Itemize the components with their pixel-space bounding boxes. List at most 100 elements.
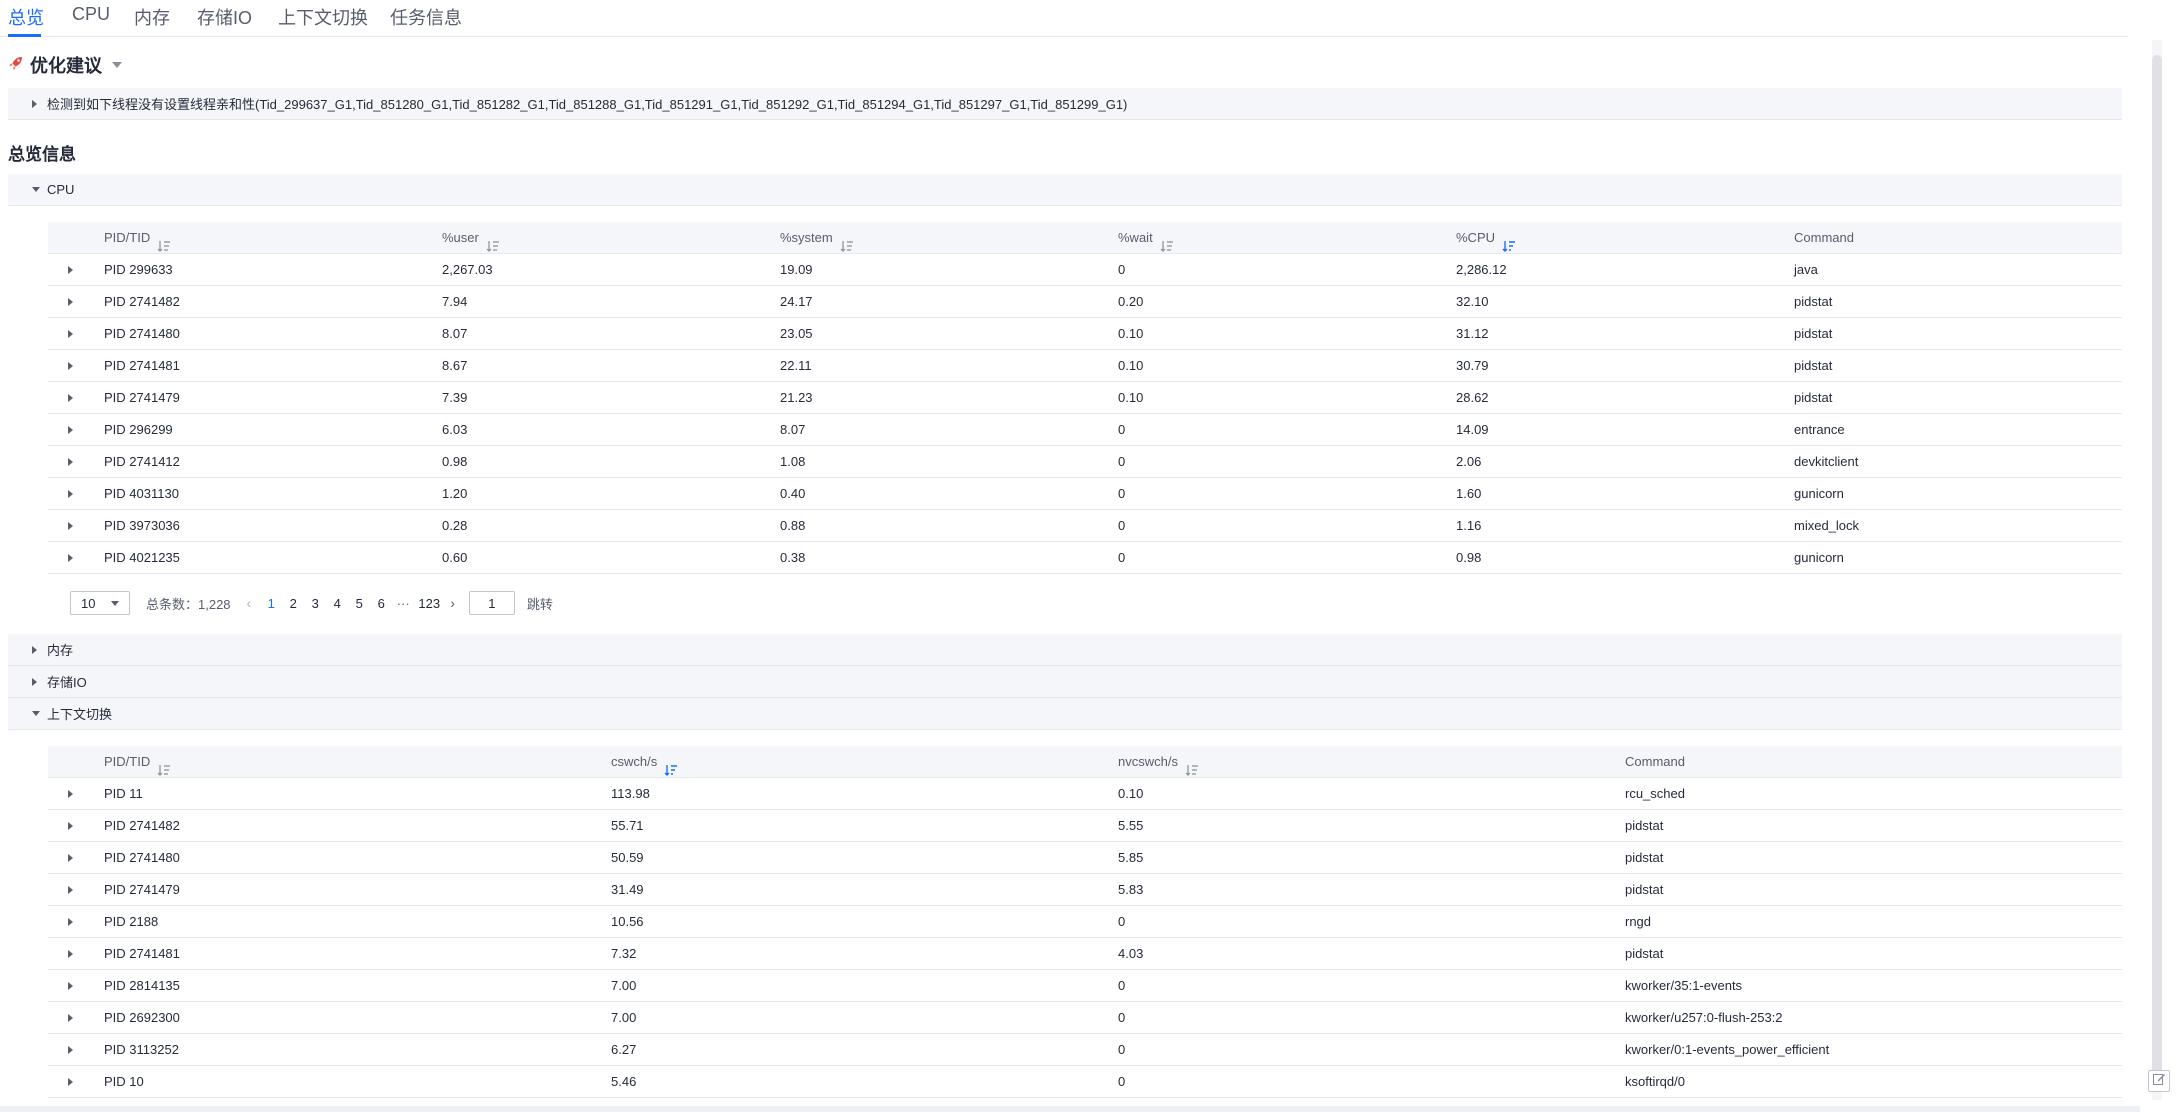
expand-arrow-icon[interactable] bbox=[68, 490, 73, 498]
table-row[interactable]: PID 11 113.98 0.10 rcu_sched bbox=[48, 778, 2122, 810]
table-row[interactable]: PID 2741412 0.98 1.08 0 2.06 devkitclient bbox=[48, 446, 2122, 478]
col-user[interactable]: %user bbox=[442, 222, 500, 254]
suggestion-row[interactable]: 检测到如下线程没有设置线程亲和性(Tid_299637_G1,Tid_85128… bbox=[8, 88, 2122, 120]
edit-feedback-button[interactable] bbox=[2148, 1070, 2170, 1092]
table-row[interactable]: PID 2188 10.56 0 rngd bbox=[48, 906, 2122, 938]
table-row[interactable]: PID 10 5.46 0 ksoftirqd/0 bbox=[48, 1066, 2122, 1098]
section-context-switch[interactable]: 上下文切换 bbox=[8, 698, 2122, 730]
expand-arrow-icon[interactable] bbox=[32, 99, 37, 108]
expand-arrow-icon[interactable] bbox=[68, 854, 73, 862]
table-row[interactable]: PID 2741480 50.59 5.85 pidstat bbox=[48, 842, 2122, 874]
table-row[interactable]: PID 2814135 7.00 0 kworker/35:1-events bbox=[48, 970, 2122, 1002]
expand-arrow-icon[interactable] bbox=[68, 790, 73, 798]
expand-arrow-icon[interactable] bbox=[68, 362, 73, 370]
table-row[interactable]: PID 2741481 8.67 22.11 0.10 30.79 pidstat bbox=[48, 350, 2122, 382]
table-row[interactable]: PID 299633 2,267.03 19.09 0 2,286.12 java bbox=[48, 254, 2122, 286]
table-row[interactable]: PID 2692300 7.00 0 kworker/u257:0-flush-253… bbox=[48, 1002, 2122, 1034]
expand-arrow-icon[interactable] bbox=[68, 886, 73, 894]
sort-active-icon[interactable] bbox=[664, 756, 678, 776]
next-page-button[interactable]: › bbox=[450, 595, 455, 611]
col-cpu[interactable]: %CPU bbox=[1456, 222, 1516, 254]
tab-cpu[interactable]: CPU bbox=[72, 4, 110, 25]
section-storage-io[interactable]: 存储IO bbox=[8, 666, 2122, 698]
tab-task-info[interactable]: 任务信息 bbox=[390, 4, 462, 30]
jump-page-input[interactable] bbox=[468, 591, 515, 615]
col-cswch[interactable]: cswch/s bbox=[611, 746, 678, 778]
expand-arrow-icon[interactable] bbox=[68, 1078, 73, 1086]
tab-overview[interactable]: 总览 bbox=[8, 4, 44, 30]
table-cell: 7.00 bbox=[611, 1010, 637, 1025]
table-row[interactable]: PID 2741482 55.71 5.55 pidstat bbox=[48, 810, 2122, 842]
table-cell: 0 bbox=[1118, 1042, 1126, 1057]
page-4[interactable]: 4 bbox=[326, 596, 348, 611]
table-row[interactable]: PID 296299 6.03 8.07 0 14.09 entrance bbox=[48, 414, 2122, 446]
table-row[interactable]: PID 2741482 7.94 24.17 0.20 32.10 pidstat bbox=[48, 286, 2122, 318]
expand-arrow-icon[interactable] bbox=[32, 677, 37, 686]
page-size-select[interactable]: 10 bbox=[70, 591, 130, 615]
page-1[interactable]: 1 bbox=[260, 596, 282, 611]
sort-icon[interactable] bbox=[157, 232, 171, 252]
col-system[interactable]: %system bbox=[780, 222, 854, 254]
chevron-down-icon[interactable] bbox=[112, 62, 122, 68]
table-row[interactable]: PID 2741481 7.32 4.03 pidstat bbox=[48, 938, 2122, 970]
expand-arrow-icon[interactable] bbox=[32, 645, 37, 654]
sort-icon[interactable] bbox=[486, 232, 500, 252]
sort-icon[interactable] bbox=[1185, 756, 1199, 776]
col-pid-tid[interactable]: PID/TID bbox=[104, 222, 171, 254]
table-row[interactable]: PID 2741479 7.39 21.23 0.10 28.62 pidstat bbox=[48, 382, 2122, 414]
sort-icon[interactable] bbox=[157, 756, 171, 776]
expand-arrow-icon[interactable] bbox=[68, 950, 73, 958]
section-memory[interactable]: 内存 bbox=[8, 634, 2122, 666]
collapse-arrow-icon[interactable] bbox=[32, 711, 40, 716]
col-wait[interactable]: %wait bbox=[1118, 222, 1174, 254]
page-3[interactable]: 3 bbox=[304, 596, 326, 611]
vertical-scrollbar-thumb[interactable] bbox=[2152, 55, 2162, 1090]
page-2[interactable]: 2 bbox=[282, 596, 304, 611]
expand-arrow-icon[interactable] bbox=[68, 822, 73, 830]
col-nvcswch[interactable]: nvcswch/s bbox=[1118, 746, 1199, 778]
table-row[interactable]: PID 4031130 1.20 0.40 0 1.60 gunicorn bbox=[48, 478, 2122, 510]
col-pid-tid[interactable]: PID/TID bbox=[104, 746, 171, 778]
jump-button[interactable]: 跳转 bbox=[527, 594, 553, 613]
expand-arrow-icon[interactable] bbox=[68, 266, 73, 274]
table-row[interactable]: PID 4021235 0.60 0.38 0 0.98 gunicorn bbox=[48, 542, 2122, 574]
sort-icon[interactable] bbox=[840, 232, 854, 252]
page-ellipsis[interactable]: ··· bbox=[392, 596, 414, 611]
expand-arrow-icon[interactable] bbox=[68, 1014, 73, 1022]
horizontal-scrollbar[interactable] bbox=[0, 1106, 2140, 1112]
prev-page-button[interactable]: ‹ bbox=[247, 595, 252, 611]
sort-icon[interactable] bbox=[1160, 232, 1174, 252]
collapse-arrow-icon[interactable] bbox=[32, 187, 40, 192]
page-last[interactable]: 123 bbox=[418, 596, 440, 611]
table-cell: entrance bbox=[1794, 422, 1845, 437]
table-cell: PID 2741481 bbox=[104, 358, 180, 373]
table-row[interactable]: PID 3113252 6.27 0 kworker/0:1-events_power… bbox=[48, 1034, 2122, 1066]
table-row[interactable]: PID 3973036 0.28 0.88 0 1.16 mixed_lock bbox=[48, 510, 2122, 542]
section-cpu[interactable]: CPU bbox=[8, 174, 2122, 206]
table-cell: gunicorn bbox=[1794, 486, 1844, 501]
section-label: 存储IO bbox=[47, 675, 87, 690]
tab-context-switch[interactable]: 上下文切换 bbox=[278, 4, 368, 30]
expand-arrow-icon[interactable] bbox=[68, 330, 73, 338]
table-cell: PID 2741412 bbox=[104, 454, 180, 469]
expand-arrow-icon[interactable] bbox=[68, 554, 73, 562]
expand-arrow-icon[interactable] bbox=[68, 982, 73, 990]
expand-arrow-icon[interactable] bbox=[68, 298, 73, 306]
expand-arrow-icon[interactable] bbox=[68, 394, 73, 402]
expand-arrow-icon[interactable] bbox=[68, 458, 73, 466]
section-label: 上下文切换 bbox=[47, 707, 113, 722]
expand-arrow-icon[interactable] bbox=[68, 918, 73, 926]
tab-storage-io[interactable]: 存储IO bbox=[197, 4, 252, 30]
page-6[interactable]: 6 bbox=[370, 596, 392, 611]
sort-active-icon[interactable] bbox=[1502, 232, 1516, 252]
table-cell: pidstat bbox=[1794, 358, 1833, 373]
tab-memory[interactable]: 内存 bbox=[134, 4, 170, 30]
top-tab-bar: 总览 CPU 内存 存储IO 上下文切换 任务信息 bbox=[0, 0, 2128, 37]
page-5[interactable]: 5 bbox=[348, 596, 370, 611]
table-row[interactable]: PID 2741480 8.07 23.05 0.10 31.12 pidstat bbox=[48, 318, 2122, 350]
expand-arrow-icon[interactable] bbox=[68, 522, 73, 530]
table-row[interactable]: PID 2741479 31.49 5.83 pidstat bbox=[48, 874, 2122, 906]
optimization-header[interactable]: 优化建议 bbox=[8, 52, 122, 78]
expand-arrow-icon[interactable] bbox=[68, 426, 73, 434]
expand-arrow-icon[interactable] bbox=[68, 1046, 73, 1054]
